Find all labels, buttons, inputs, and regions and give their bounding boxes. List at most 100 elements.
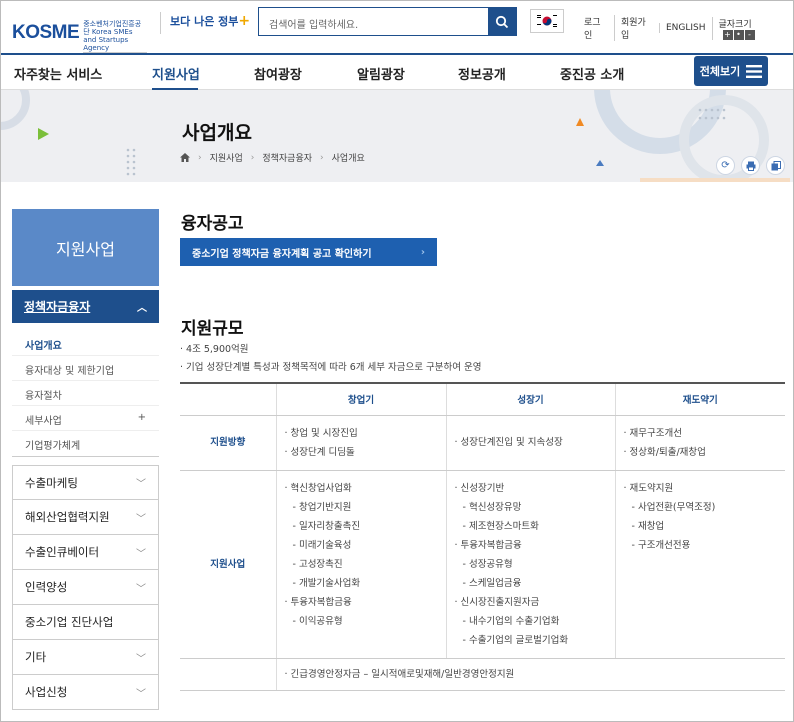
sidebar-subitem[interactable]: 기업평가체계	[12, 431, 159, 456]
table-cell-text: 투융자복합금융	[290, 596, 352, 608]
table-cell-item: - 구조개선전용	[631, 539, 691, 551]
sidebar-menu: 수출마케팅 ﹀ 해외산업협력지원 ﹀ 수출인큐베이터 ﹀ 인력양성 ﹀ 중소기업 진단사업 기타 ﹀…	[12, 465, 159, 710]
top-header: KOSME 중소벤처기업진흥공단 Korea SMEs and Startups…	[0, 0, 794, 53]
table-cell-text: 신성장기반	[460, 482, 505, 494]
nav-support-business[interactable]: 지원사업	[152, 64, 200, 83]
table-cell-text: 이익공유형	[298, 615, 343, 627]
table-cell-text: 제조현장스마트화	[468, 520, 539, 532]
print-icon[interactable]	[741, 156, 760, 175]
chevron-up-icon: ︿	[137, 303, 147, 314]
table-cell-text: 구조개선전용	[637, 539, 691, 551]
table-cell-text: 정상화/퇴출/재창업	[629, 446, 706, 458]
font-decrease-button[interactable]: -	[744, 29, 755, 40]
sidebar-subitem-label: 사업개요	[25, 341, 62, 352]
sidebar-menu-label: 수출인큐베이터	[25, 545, 100, 559]
table-cell-item: · 신시장진출지원자금	[454, 596, 540, 608]
nav-frequent-services[interactable]: 자주찾는 서비스	[14, 64, 102, 83]
page-title: 사업개요	[182, 122, 252, 144]
sidebar-subitem[interactable]: 융자절차	[12, 381, 159, 406]
sidebar-menu-item[interactable]: 수출인큐베이터 ﹀	[12, 535, 159, 570]
sidebar-subitem[interactable]: 융자대상 및 제한기업	[12, 356, 159, 381]
sidebar-subitem[interactable]: 사업개요	[12, 331, 159, 356]
search-input[interactable]: 검색어를 입력하세요.	[259, 8, 488, 35]
gov-logo[interactable]: 보다 나은 정부+	[170, 13, 250, 29]
table-cell-item: - 스케일업금융	[462, 577, 522, 589]
nav-notice[interactable]: 알림광장	[357, 64, 405, 83]
table-cell-text: 혁신성장유망	[468, 501, 522, 513]
bullet-description: · 기업 성장단계별 특성과 정책목적에 따라 6개 세부 자금으로 구분하여 …	[180, 362, 482, 373]
table-cell-text: 신시장진출지원자금	[460, 596, 540, 608]
page-tools: ⟳	[716, 156, 785, 175]
hamburger-icon	[746, 64, 763, 78]
sidebar-menu-item[interactable]: 수출마케팅 ﹀	[12, 465, 159, 500]
english-link[interactable]: ENGLISH	[658, 23, 712, 33]
login-link[interactable]: 로그인	[578, 15, 614, 41]
row-head-programs: 지원사업	[180, 470, 276, 659]
sidebar-menu-item[interactable]: 기타 ﹀	[12, 640, 159, 675]
sidebar-menu-label: 기타	[25, 650, 47, 664]
sidebar-menu-item[interactable]: 중소기업 진단사업	[12, 605, 159, 640]
cell-emergency-fund: · 긴급경영안정자금 – 일시적애로및재해/일반경영안정지원	[275, 658, 785, 691]
signup-link[interactable]: 회원가입	[613, 15, 659, 41]
table-cell-text: 미래기술육성	[298, 539, 352, 551]
breadcrumb-item[interactable]: 지원사업	[210, 151, 243, 164]
cell-programs-growth: · 신성장기반 - 혁신성장유망 - 제조현장스마트화 · 투융자복합금융 - 성장공유…	[445, 470, 615, 659]
table-cell-text: 성장공유형	[468, 558, 513, 570]
breadcrumb-item[interactable]: 정책자금융자	[262, 151, 312, 164]
table-cell-item: - 고성장촉진	[292, 558, 343, 570]
table-cell-item: - 수출기업의 글로벌기업화	[462, 634, 569, 646]
sidebar-menu-item[interactable]: 사업신청 ﹀	[12, 675, 159, 710]
table-cell-text: 재창업	[637, 520, 665, 532]
font-reset-button[interactable]: •	[733, 29, 744, 40]
table-cell-text: 성장단계진입 및 지속성장	[460, 437, 563, 448]
sidebar-subitem-label: 융자대상 및 제한기업	[25, 366, 115, 377]
table-cell-item: · 혁신창업사업화	[284, 482, 352, 494]
chevron-down-icon: ﹀	[136, 513, 146, 525]
table-header-startup: 창업기	[275, 382, 446, 416]
table-row: · 긴급경영안정자금 – 일시적애로및재해/일반경영안정지원	[180, 658, 785, 691]
plus-icon: +	[137, 412, 146, 423]
sidebar-subitem[interactable]: 세부사업 +	[12, 406, 159, 431]
table-cell-item: - 혁신성장유망	[462, 501, 522, 513]
sidebar-submenu: 사업개요융자대상 및 제한기업융자절차세부사업 + 기업평가체계	[12, 323, 159, 457]
sidebar-subitem-label: 융자절차	[25, 391, 62, 402]
font-increase-button[interactable]: +	[722, 29, 733, 40]
search-button[interactable]	[488, 8, 516, 35]
all-menu-button[interactable]: 전체보기	[694, 56, 768, 86]
chevron-down-icon: ﹀	[136, 653, 146, 665]
home-icon[interactable]	[180, 153, 190, 162]
table-header-empty	[180, 382, 276, 416]
nav-about[interactable]: 중진공 소개	[560, 64, 624, 83]
sidebar-current-section[interactable]: 정책자금융자 ︿	[12, 290, 159, 323]
chevron-right-icon: ›	[320, 152, 324, 163]
sidebar-menu-label: 중소기업 진단사업	[25, 615, 114, 629]
chevron-down-icon: ﹀	[136, 583, 146, 595]
gov-logo-text: 보다 나은 정부	[170, 15, 239, 28]
hero-decoration	[0, 90, 790, 182]
sidebar-menu-item[interactable]: 해외산업협력지원 ﹀	[12, 500, 159, 535]
sidebar-menu-label: 사업신청	[25, 685, 68, 699]
logo-subtitle: 중소벤처기업진흥공단 Korea SMEs and Startups Agenc…	[83, 12, 148, 53]
sidebar-title: 지원사업	[12, 209, 159, 286]
utility-links: 로그인 회원가입 ENGLISH 글자크기 + • -	[578, 15, 794, 41]
table-cell-text: 일자리창출촉진	[298, 520, 361, 532]
table-cell-item: · 정상화/퇴출/재창업	[623, 446, 706, 458]
all-menu-label: 전체보기	[699, 65, 741, 78]
sidebar-menu-item[interactable]: 인력양성 ﹀	[12, 570, 159, 605]
cell-programs-relaunch: · 재도약지원 - 사업전환(무역조정) - 재창업 - 구조개선전용	[614, 470, 785, 659]
table-cell-item: - 일자리창출촉진	[292, 520, 361, 532]
copy-icon[interactable]	[766, 156, 785, 175]
sidebar-current-label: 정책자금융자	[24, 300, 91, 314]
kosme-logo[interactable]: KOSME 중소벤처기업진흥공단 Korea SMEs and Startups…	[12, 12, 148, 53]
refresh-icon[interactable]: ⟳	[716, 156, 735, 175]
nav-info-disclosure[interactable]: 정보공개	[458, 64, 506, 83]
table-cell-item: - 사업전환(무역조정)	[631, 501, 716, 513]
table-cell-text: 혁신창업사업화	[290, 482, 352, 494]
korea-flag-icon[interactable]	[530, 9, 564, 33]
table-cell-text: 창업기반지원	[298, 501, 352, 513]
nav-participation[interactable]: 참여광장	[254, 64, 302, 83]
loan-plan-link-button[interactable]: 중소기업 정책자금 융자계획 공고 확인하기 ›	[180, 238, 437, 266]
main-nav: 자주찾는 서비스 지원사업 참여광장 알림광장 정보공개 중진공 소개	[0, 53, 794, 91]
table-cell-item: · 창업 및 시장진입	[284, 427, 358, 439]
support-scale-heading: 지원규모	[181, 319, 244, 339]
